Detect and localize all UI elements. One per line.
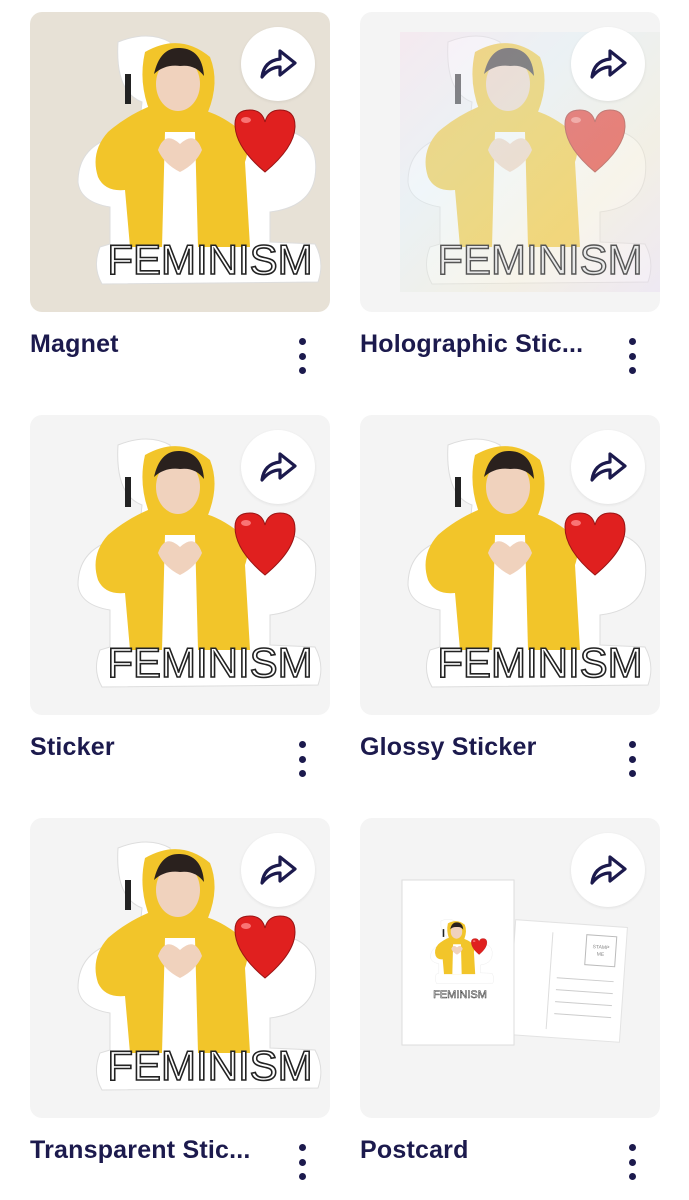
product-title[interactable]: Sticker (30, 733, 270, 762)
more-vertical-icon[interactable] (292, 1144, 312, 1180)
svg-text:STAMP: STAMP (592, 944, 610, 951)
svg-text:ME: ME (597, 951, 606, 958)
share-button[interactable] (241, 430, 315, 504)
more-vertical-icon[interactable] (292, 338, 312, 374)
product-image[interactable]: FEMINISM (30, 818, 330, 1118)
product-card-transparent-sticker[interactable]: FEMINISM Transparent Stic... (30, 818, 330, 1180)
product-image[interactable]: FEMINISM (360, 12, 660, 312)
sticker-word: FEMINISM (437, 639, 642, 686)
product-card-magnet[interactable]: FEMINISM Magnet (30, 12, 330, 374)
product-image[interactable]: FEMINISM (30, 415, 330, 715)
product-title[interactable]: Transparent Stic... (30, 1136, 270, 1165)
share-arrow-icon (590, 49, 627, 79)
product-image[interactable]: STAMP ME FEMINISM (360, 818, 660, 1118)
product-card-glossy-sticker[interactable]: FEMINISM Glossy Sticker (360, 415, 660, 777)
sticker-word: FEMINISM (107, 236, 312, 283)
sticker-word: FEMINISM (437, 236, 642, 283)
product-card-holographic[interactable]: FEMINISM Holographic Stic... (360, 12, 660, 374)
sticker-word: FEMINISM (107, 639, 312, 686)
product-card-postcard[interactable]: STAMP ME FEMINISM Postcard (360, 818, 660, 1180)
product-title[interactable]: Glossy Sticker (360, 733, 600, 762)
sticker-word: FEMINISM (107, 1042, 312, 1089)
share-button[interactable] (571, 430, 645, 504)
more-vertical-icon[interactable] (622, 1144, 642, 1180)
product-image[interactable]: FEMINISM (30, 12, 330, 312)
product-card-sticker[interactable]: FEMINISM Sticker (30, 415, 330, 777)
share-arrow-icon (590, 855, 627, 885)
sticker-word: FEMINISM (433, 989, 487, 1001)
share-button[interactable] (241, 27, 315, 101)
more-vertical-icon[interactable] (292, 741, 312, 777)
more-vertical-icon[interactable] (622, 338, 642, 374)
share-button[interactable] (241, 833, 315, 907)
product-title[interactable]: Postcard (360, 1136, 600, 1165)
share-arrow-icon (260, 452, 297, 482)
share-arrow-icon (260, 855, 297, 885)
product-title[interactable]: Holographic Stic... (360, 330, 600, 359)
share-arrow-icon (590, 452, 627, 482)
product-image[interactable]: FEMINISM (360, 415, 660, 715)
share-arrow-icon (260, 49, 297, 79)
share-button[interactable] (571, 833, 645, 907)
share-button[interactable] (571, 27, 645, 101)
product-title[interactable]: Magnet (30, 330, 270, 359)
more-vertical-icon[interactable] (622, 741, 642, 777)
